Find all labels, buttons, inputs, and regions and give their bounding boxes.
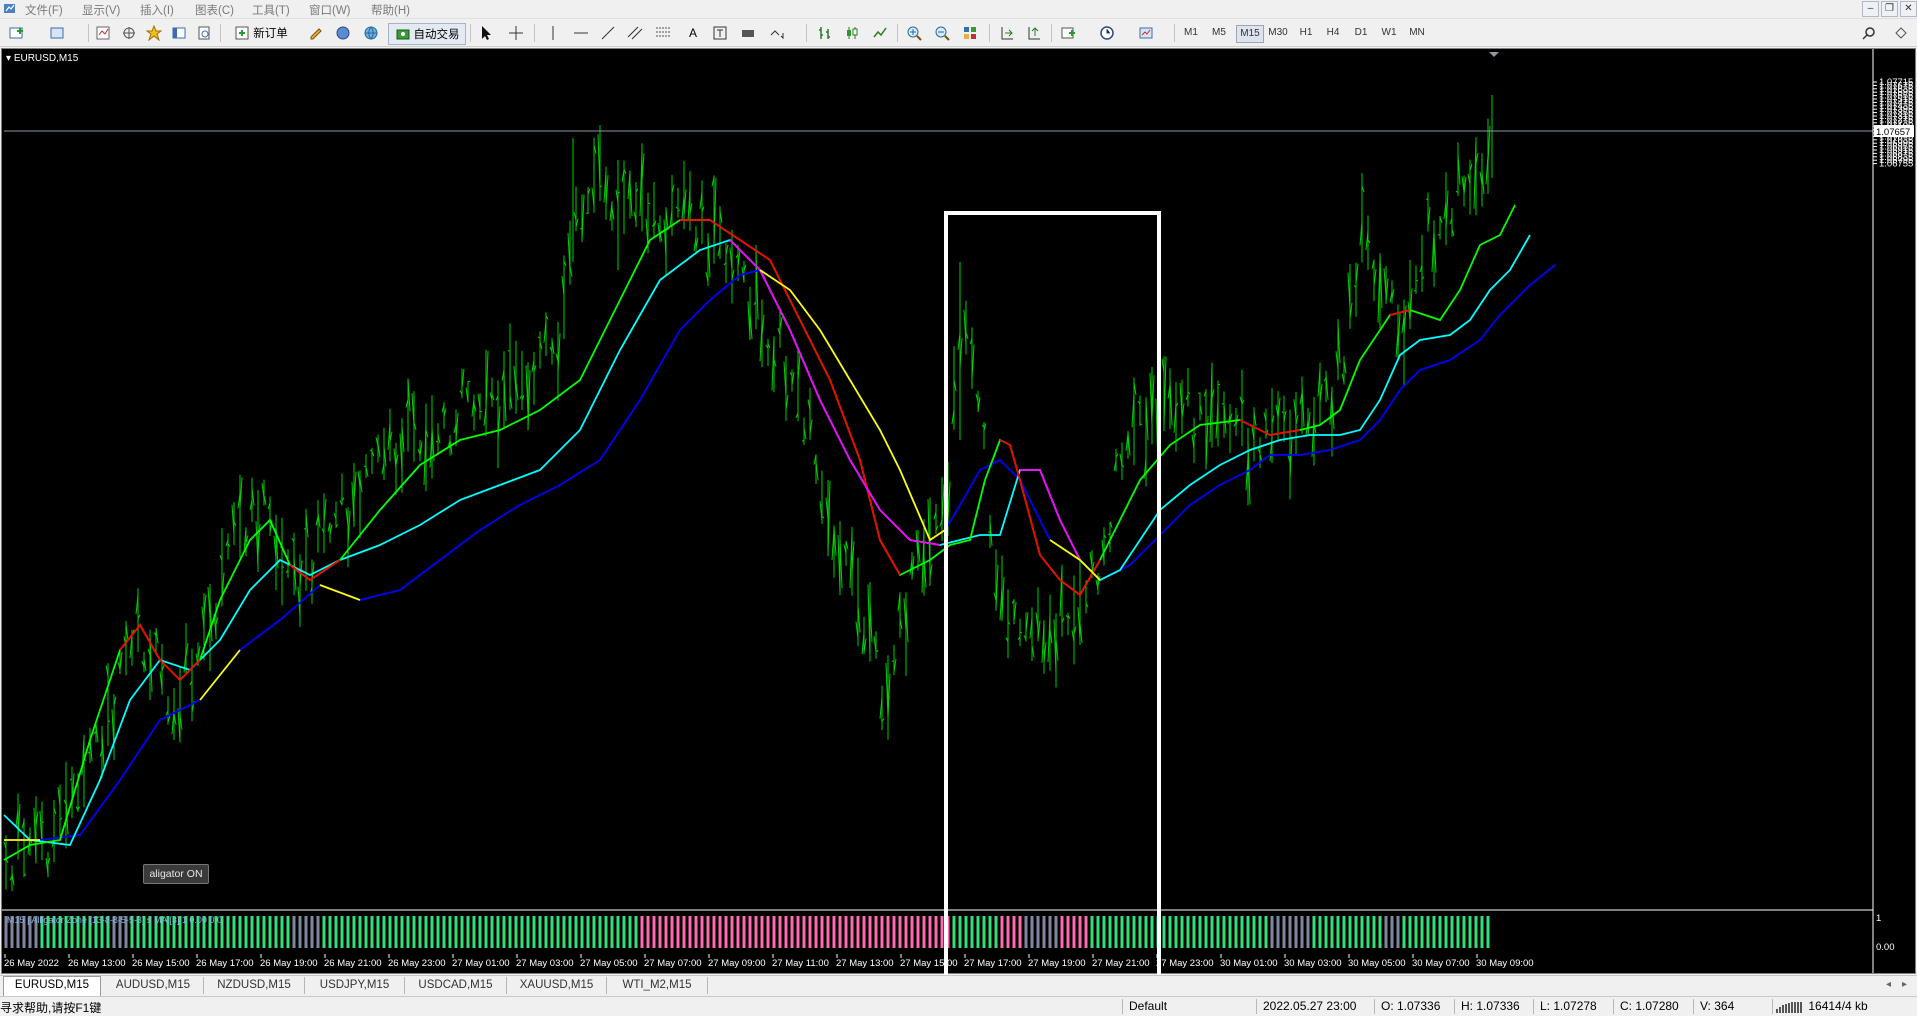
alligator-lips-line — [4, 205, 1515, 860]
tab-audusd[interactable]: AUDUSD,M15 — [103, 977, 204, 994]
indicator-scale-bottom: 0.00 — [1876, 942, 1895, 953]
time-tick-label: 26 May 19:00 — [260, 958, 318, 969]
chart-tabs: EURUSD,M15 AUDUSD,M15 NZDUSD,M15 USDJPY,… — [0, 975, 1917, 996]
highlight-box — [946, 213, 1159, 975]
time-tick-label: 30 May 01:00 — [1220, 958, 1278, 969]
status-help: 寻求帮助,请按F1键 — [0, 999, 101, 1016]
time-tick-label: 26 May 15:00 — [132, 958, 190, 969]
time-tick-label: 30 May 03:00 — [1284, 958, 1342, 969]
status-open: O: 1.07336 — [1374, 999, 1451, 1014]
chart-shift-marker[interactable] — [1489, 52, 1499, 57]
time-tick-label: 27 May 15:00 — [900, 958, 958, 969]
price-chart[interactable]: 1.077151.076751.076351.075951.075551.075… — [0, 0, 1917, 975]
tabs-scroll-right-icon[interactable]: ▸ — [1902, 979, 1907, 990]
connection-icon — [1775, 1001, 1805, 1013]
tab-eurusd[interactable]: EURUSD,M15 — [3, 976, 101, 996]
time-tick-label: 27 May 21:00 — [1092, 958, 1150, 969]
tab-nzdusd[interactable]: NZDUSD,M15 — [204, 977, 305, 994]
time-tick-label: 27 May 03:00 — [516, 958, 574, 969]
time-tick-label: 27 May 07:00 — [644, 958, 702, 969]
indicator-label: M15 | Alligator Zone [13-8-8-5-5-3] s MA… — [7, 915, 222, 925]
time-tick-label: 27 May 09:00 — [708, 958, 766, 969]
status-traffic: 16414/4 kb — [1772, 999, 1915, 1014]
tabs-scroll-left-icon[interactable]: ◂ — [1886, 979, 1891, 990]
tab-usdjpy[interactable]: USDJPY,M15 — [305, 977, 405, 994]
time-tick-label: 26 May 13:00 — [68, 958, 126, 969]
price-bar-close — [1140, 424, 1142, 425]
status-datetime: 2022.05.27 23:00 — [1256, 999, 1367, 1014]
jaw-down-segment — [760, 270, 945, 540]
time-tick-label: 27 May 17:00 — [964, 958, 1022, 969]
time-tick-label: 30 May 09:00 — [1476, 958, 1534, 969]
time-tick-label: 26 May 21:00 — [324, 958, 382, 969]
time-tick-label: 30 May 05:00 — [1348, 958, 1406, 969]
price-tick-label: 1.06755 — [1879, 159, 1913, 170]
price-bar-open — [436, 441, 438, 442]
status-profile: Default — [1122, 999, 1229, 1014]
lips-down-segment — [1000, 440, 1100, 595]
alligator-jaw-line — [4, 265, 1555, 840]
status-low: L: 1.07278 — [1533, 999, 1610, 1014]
tab-xauusd[interactable]: XAUUSD,M15 — [507, 977, 607, 994]
time-tick-label: 27 May 05:00 — [580, 958, 638, 969]
time-tick-label: 27 May 13:00 — [836, 958, 894, 969]
jaw-down-segment — [200, 650, 240, 700]
alligator-teeth-line — [4, 235, 1530, 845]
time-tick-label: 27 May 01:00 — [452, 958, 510, 969]
time-tick-label: 26 May 23:00 — [388, 958, 446, 969]
status-volume: V: 364 — [1693, 999, 1770, 1014]
lips-down-segment — [680, 220, 900, 575]
aligator-toggle-button[interactable]: aligator ON — [143, 864, 209, 884]
time-tick-label: 26 May 2022 — [4, 958, 59, 969]
current-price-label: 1.07657 — [1876, 127, 1910, 138]
time-tick-label: 30 May 07:00 — [1412, 958, 1470, 969]
time-tick-label: 27 May 23:00 — [1156, 958, 1214, 969]
lips-down-segment — [1240, 420, 1300, 435]
status-high: H: 1.07336 — [1454, 999, 1531, 1014]
status-bar: 寻求帮助,请按F1键 Default 2022.05.27 23:00 O: 1… — [0, 996, 1917, 1016]
price-bar-open — [538, 337, 540, 338]
time-tick-label: 27 May 19:00 — [1028, 958, 1086, 969]
time-tick-label: 26 May 17:00 — [196, 958, 254, 969]
tab-wti[interactable]: WTI_M2,M15 — [607, 977, 708, 994]
status-close: C: 1.07280 — [1613, 999, 1690, 1014]
tab-usdcad[interactable]: USDCAD,M15 — [405, 977, 507, 994]
price-bar-close — [1218, 384, 1220, 385]
time-tick-label: 27 May 11:00 — [772, 958, 829, 969]
jaw-down-segment — [320, 585, 360, 600]
indicator-scale-top: 1 — [1876, 913, 1881, 924]
